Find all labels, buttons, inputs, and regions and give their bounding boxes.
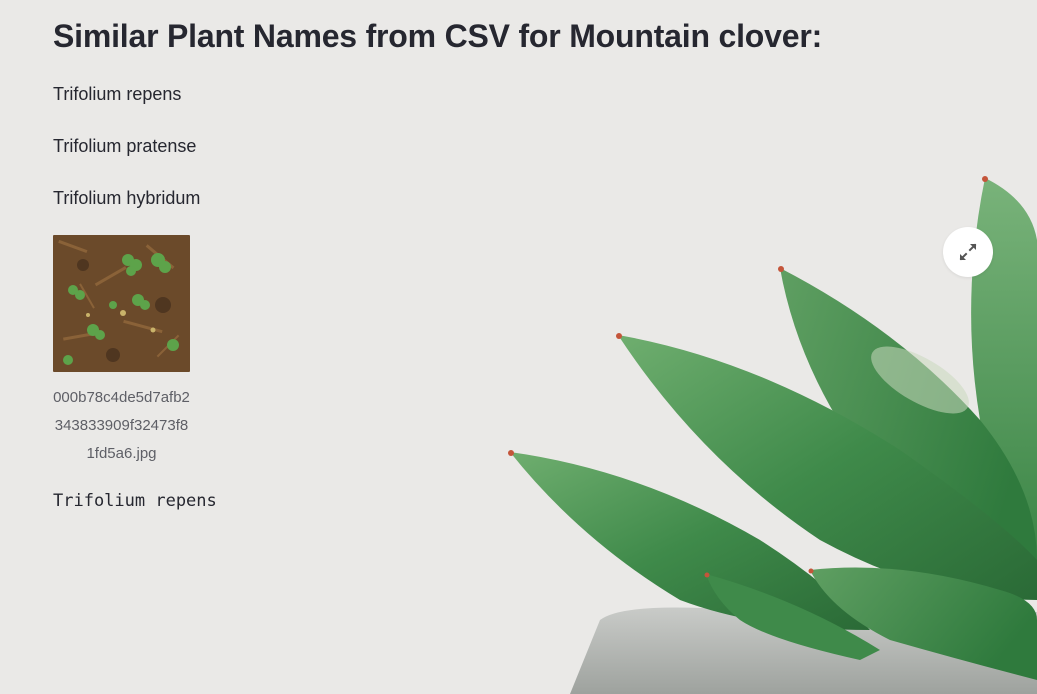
fullscreen-button[interactable] — [943, 227, 993, 277]
plant-image[interactable] — [53, 235, 190, 372]
expand-arrows-icon — [959, 243, 977, 261]
plant-image-graphic — [53, 235, 190, 372]
similar-name-item: Trifolium hybridum — [53, 188, 201, 208]
prediction-code: Trifolium repens — [53, 491, 217, 511]
similar-name-item: Trifolium repens — [53, 84, 182, 104]
page-title: Similar Plant Names from CSV for Mountai… — [53, 18, 823, 54]
image-caption: 000b78c4de5d7afb2343833909f32473f81fd5a6… — [53, 389, 190, 462]
similar-name-item: Trifolium pratense — [53, 136, 197, 156]
